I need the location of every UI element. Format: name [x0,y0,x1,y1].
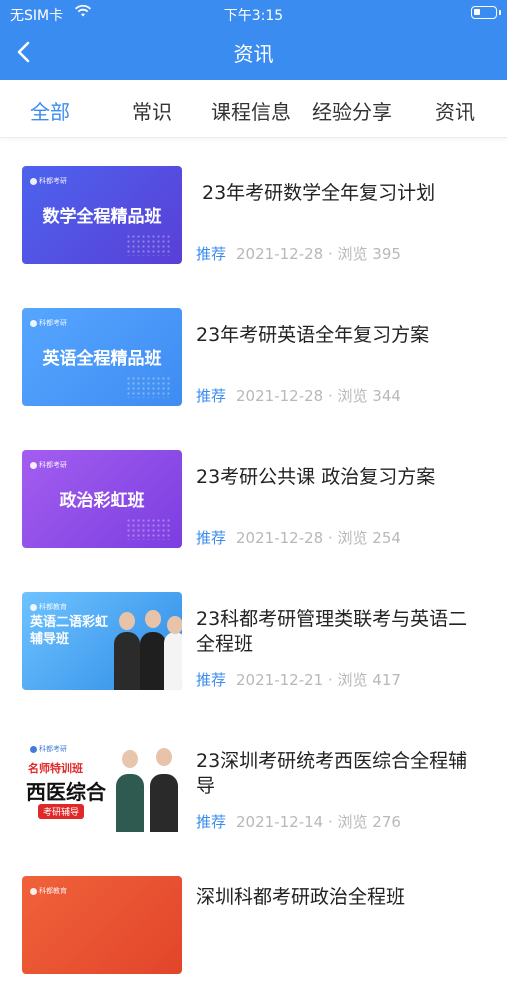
list-item[interactable]: 科都教育 深圳科都考研政治全程班 [0,849,507,991]
teacher-head [156,748,172,766]
clock: 下午3:15 [223,8,284,24]
view-count: 浏览 276 [337,813,401,831]
article-date: 2021-12-28 [236,245,324,263]
list-item[interactable]: 科都教育 英语二语彩虹辅导班 23科都考研管理类联考与英语二全程班 推荐 2021… [0,565,507,707]
battery-tip [499,10,501,15]
article-title: 23科都考研管理类联考与英语二全程班 [196,608,468,655]
article-thumbnail: 科都考研 英语全程精品班 [22,308,182,406]
tab-knowledge[interactable]: 常识 [132,96,172,125]
brand-logo: 科都考研 [30,460,67,470]
teacher-head [145,610,161,628]
tab-news[interactable]: 资讯 [435,96,475,125]
thumbnail-badge: 考研辅导 [38,804,85,819]
recommend-tag: 推荐 [196,671,227,689]
article-title: 23年考研数学全年复习计划 [202,182,436,204]
thumbnail-caption: 英语全程精品班 [42,349,162,369]
view-count: 浏览 344 [337,387,401,405]
battery-icon [471,6,497,19]
article-thumbnail: 科都考研 名师特训班 西医综合 考研辅导 [22,734,182,832]
teacher-figure [140,632,166,690]
article-date: 2021-12-21 [236,671,324,689]
article-meta: 推荐 2021-12-21 · 浏览 417 [196,671,401,689]
article-date: 2021-12-14 [236,813,324,831]
teacher-head [122,750,138,768]
article-meta: 推荐 2021-12-14 · 浏览 276 [196,813,401,831]
recommend-tag: 推荐 [196,529,227,547]
article-title: 23深圳考研统考西医综合全程辅导 [196,750,468,797]
recommend-tag: 推荐 [196,387,227,405]
view-count: 浏览 395 [337,245,401,263]
thumbnail-subtitle: 名师特训班 [28,762,83,775]
status-bar: 无SIM卡 下午3:15 [0,0,507,28]
teacher-figure [150,774,178,832]
brand-logo: 科都教育 [30,886,67,896]
view-count: 浏览 254 [337,529,401,547]
article-meta: 推荐 2021-12-28 · 浏览 344 [196,387,401,405]
teacher-figure [116,774,144,832]
thumbnail-caption: 数学全程精品班 [42,207,162,227]
article-date: 2021-12-28 [236,387,324,405]
app-header: 无SIM卡 下午3:15 资讯 [0,0,507,80]
dot-pattern [126,518,170,540]
article-thumbnail: 科都考研 政治彩虹班 [22,450,182,548]
list-item[interactable]: 科都考研 数学全程精品班 23年考研数学全年复习计划 推荐 2021-12-28 … [0,139,507,281]
thumbnail-caption: 西医综合 [26,780,106,804]
brand-logo: 科都教育 [30,602,67,612]
brand-logo: 科都考研 [30,176,67,186]
article-thumbnail: 科都教育 [22,876,182,974]
category-tabs: 全部 常识 课程信息 经验分享 资讯 [0,80,507,138]
dot-pattern [126,376,170,398]
article-title: 23年考研英语全年复习方案 [196,324,430,346]
article-thumbnail: 科都教育 英语二语彩虹辅导班 [22,592,182,690]
article-meta: 推荐 2021-12-28 · 浏览 395 [196,245,401,263]
list-item[interactable]: 科都考研 英语全程精品班 23年考研英语全年复习方案 推荐 2021-12-28 … [0,281,507,423]
teacher-figure [164,632,182,690]
brand-logo: 科都考研 [30,318,67,328]
teacher-head [119,612,135,630]
brand-logo: 科都考研 [30,744,67,754]
article-title: 23考研公共课 政治复习方案 [196,466,436,488]
recommend-tag: 推荐 [196,245,227,263]
page-title: 资讯 [233,42,274,66]
article-meta: 推荐 2021-12-28 · 浏览 254 [196,529,401,547]
list-item[interactable]: 科都考研 名师特训班 西医综合 考研辅导 23深圳考研统考西医综合全程辅导 推荐… [0,707,507,849]
article-title: 深圳科都考研政治全程班 [196,886,406,908]
teacher-figure [114,632,140,690]
dot-pattern [126,234,170,256]
article-date: 2021-12-28 [236,529,324,547]
tab-experience[interactable]: 经验分享 [312,96,392,125]
thumbnail-caption: 政治彩虹班 [59,491,145,511]
article-thumbnail: 科都考研 数学全程精品班 [22,166,182,264]
tab-all[interactable]: 全部 [30,96,70,125]
list-item[interactable]: 科都考研 政治彩虹班 23考研公共课 政治复习方案 推荐 2021-12-28 ·… [0,423,507,565]
recommend-tag: 推荐 [196,813,227,831]
tab-course-info[interactable]: 课程信息 [211,96,291,125]
thumbnail-caption: 英语二语彩虹辅导班 [30,615,109,647]
view-count: 浏览 417 [337,671,401,689]
teacher-head [167,616,182,634]
